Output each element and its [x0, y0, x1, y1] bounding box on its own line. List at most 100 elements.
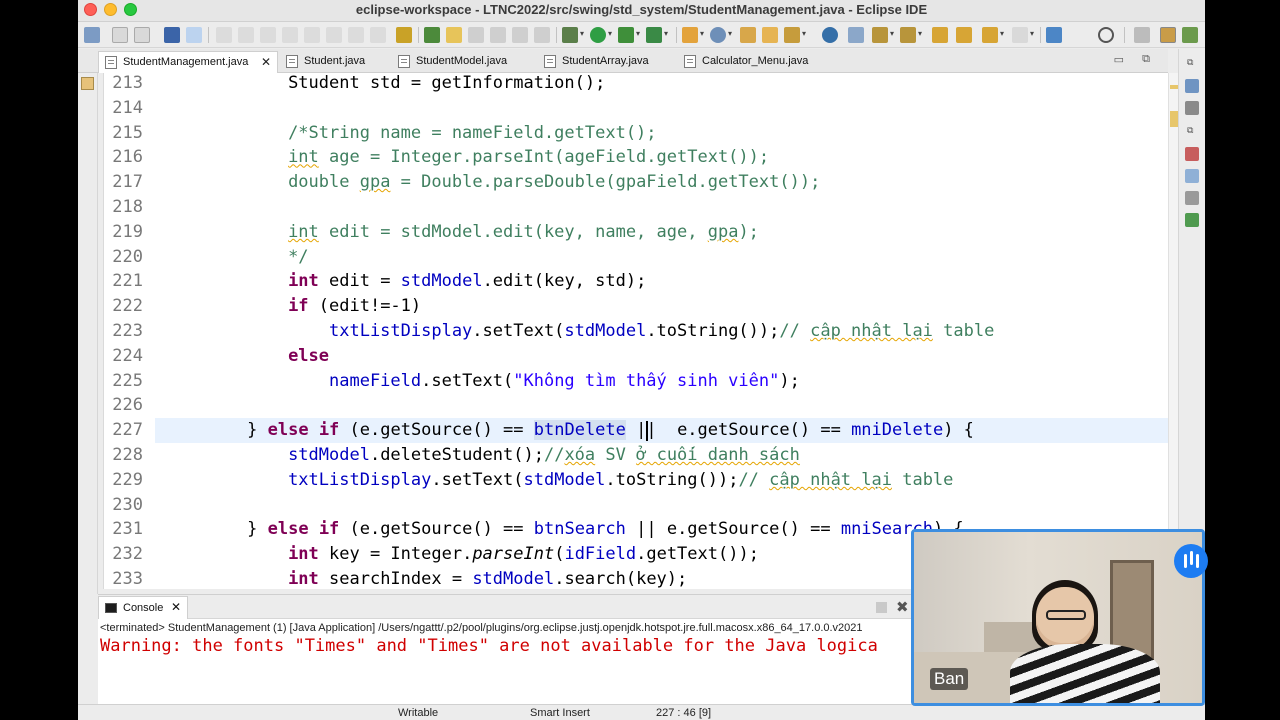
tab-studentarray[interactable]: StudentArray.java — [538, 51, 674, 73]
tab-studentmanagement[interactable]: StudentManagement.java ✕ — [98, 51, 278, 73]
previous-annotation-icon[interactable] — [900, 27, 916, 43]
line-number: 214 — [112, 97, 143, 118]
step-over-icon[interactable] — [326, 27, 342, 43]
tab-calculator-menu[interactable]: Calculator_Menu.java — [678, 51, 838, 73]
minimize-editor-icon[interactable]: ▭ — [1114, 53, 1124, 66]
drop-to-frame-icon[interactable] — [370, 27, 386, 43]
back-icon[interactable] — [956, 27, 972, 43]
tab-console[interactable]: Console ✕ — [98, 596, 188, 619]
open-perspective-icon[interactable] — [1134, 27, 1150, 43]
suspend-icon[interactable] — [238, 27, 254, 43]
code-line[interactable]: else — [155, 344, 1168, 369]
code-line[interactable]: int edit = stdModel.edit(key, name, age,… — [155, 220, 1168, 245]
line-number: 216 — [112, 147, 143, 168]
save-all-icon[interactable] — [134, 27, 150, 43]
back-history-icon[interactable] — [982, 27, 998, 43]
highlight-icon[interactable] — [446, 27, 462, 43]
last-edit-location-icon[interactable] — [932, 27, 948, 43]
show-whitespace-icon[interactable] — [468, 27, 484, 43]
coverage-icon[interactable] — [618, 27, 634, 43]
restore-icon[interactable]: ⧉ — [1187, 125, 1193, 136]
overview-ruler[interactable] — [1168, 73, 1178, 589]
main-toolbar: ▾ ▾ ▾ ▾ ▾ ▾ ▾ ▾ ▾ ▾ ▾ — [78, 22, 1205, 48]
code-line[interactable]: txtListDisplay.setText(stdModel.toString… — [155, 319, 1168, 344]
code-line[interactable]: stdModel.deleteStudent();//xóa SV ở cuối… — [155, 443, 1168, 468]
code-line[interactable]: nameField.setText("Không tìm thấy sinh v… — [155, 369, 1168, 394]
java-perspective-icon[interactable] — [1160, 27, 1176, 43]
forward-icon[interactable] — [1012, 27, 1028, 43]
audio-wave-icon[interactable] — [1174, 544, 1208, 578]
code-line[interactable]: } else if (e.getSource() == btnDelete ||… — [155, 418, 1168, 443]
tab-studentmodel[interactable]: StudentModel.java — [392, 51, 532, 73]
resume-icon[interactable] — [216, 27, 232, 43]
step-into-icon[interactable] — [304, 27, 320, 43]
code-line[interactable]: /*String name = nameField.getText(); — [155, 121, 1168, 146]
code-line[interactable] — [155, 96, 1168, 121]
code-line[interactable] — [155, 195, 1168, 220]
close-tab-icon[interactable]: ✕ — [261, 55, 271, 69]
code-token: // — [779, 321, 811, 341]
webcam-glasses — [1046, 610, 1086, 620]
code-line[interactable]: double gpa = Double.parseDouble(gpaField… — [155, 170, 1168, 195]
toggle-block-icon[interactable] — [490, 27, 506, 43]
web-browser-icon[interactable] — [822, 27, 838, 43]
close-console-icon[interactable]: ✕ — [171, 600, 181, 614]
new-icon[interactable] — [84, 27, 100, 43]
warning-marker[interactable] — [1170, 85, 1178, 89]
code-editor[interactable]: 213 214 215 216 217 218 219 220 221 222 223 224 225 2… — [98, 73, 1168, 589]
tab-student[interactable]: Student.java — [280, 51, 390, 73]
open-type-icon[interactable] — [740, 27, 756, 43]
debug-perspective-icon[interactable] — [1182, 27, 1198, 43]
terminate-icon[interactable] — [876, 602, 887, 613]
terminate-icon[interactable] — [260, 27, 276, 43]
open-folder-icon[interactable] — [762, 27, 778, 43]
word-wrap-icon[interactable] — [512, 27, 528, 43]
run-external-tools-icon[interactable] — [646, 27, 662, 43]
code-line[interactable] — [155, 493, 1168, 518]
search-icon[interactable] — [1098, 27, 1114, 43]
package-explorer-icon[interactable] — [81, 77, 94, 90]
run-icon[interactable] — [590, 27, 606, 43]
code-line[interactable]: txtListDisplay.setText(stdModel.toString… — [155, 468, 1168, 493]
terminal-icon[interactable] — [164, 27, 180, 43]
disconnect-icon[interactable] — [282, 27, 298, 43]
save-icon[interactable] — [112, 27, 128, 43]
java-file-icon — [684, 55, 696, 68]
warning-marker[interactable] — [1170, 111, 1178, 127]
code-line[interactable]: */ — [155, 245, 1168, 270]
skip-breakpoints-icon[interactable] — [186, 27, 202, 43]
annotation-icon[interactable] — [848, 27, 864, 43]
pilcrow-icon[interactable] — [534, 27, 550, 43]
declaration-icon[interactable] — [1185, 191, 1199, 205]
code-token: mniDelete — [851, 420, 944, 441]
code-line[interactable]: int edit = stdModel.edit(key, std); — [155, 269, 1168, 294]
task-list-icon[interactable] — [1185, 101, 1199, 115]
code-token: gpa — [707, 221, 739, 242]
restore-icon[interactable]: ⧉ — [1187, 57, 1193, 68]
debug-icon[interactable] — [562, 27, 578, 43]
use-step-filters-icon[interactable] — [396, 27, 412, 43]
code-token: key = Integer. — [318, 544, 473, 565]
code-area[interactable]: Student std = getInformation(); /*String… — [155, 73, 1168, 589]
outline-icon[interactable] — [1185, 79, 1199, 93]
new-java-project-icon[interactable] — [682, 27, 698, 43]
javadoc-icon[interactable] — [1185, 169, 1199, 183]
code-line[interactable]: Student std = getInformation(); — [155, 73, 1168, 96]
code-line[interactable]: int age = Integer.parseInt(ageField.getT… — [155, 145, 1168, 170]
code-line[interactable]: if (edit!=-1) — [155, 294, 1168, 319]
step-return-icon[interactable] — [348, 27, 364, 43]
maximize-editor-icon[interactable]: ⧉ — [1142, 53, 1150, 66]
problems-icon[interactable] — [1185, 147, 1199, 161]
pin-editor-icon[interactable] — [1046, 27, 1062, 43]
remove-launch-icon[interactable]: ✖ — [896, 598, 909, 616]
search-tool-icon[interactable] — [784, 27, 800, 43]
new-java-package-icon[interactable] — [424, 27, 440, 43]
next-annotation-icon[interactable] — [872, 27, 888, 43]
status-insert-mode: Smart Insert — [530, 707, 590, 719]
code-token: SV — [595, 445, 637, 465]
code-token: searchIndex = — [318, 569, 473, 589]
code-line[interactable] — [155, 393, 1168, 418]
new-class-icon[interactable] — [710, 27, 726, 43]
junit-icon[interactable] — [1185, 213, 1199, 227]
